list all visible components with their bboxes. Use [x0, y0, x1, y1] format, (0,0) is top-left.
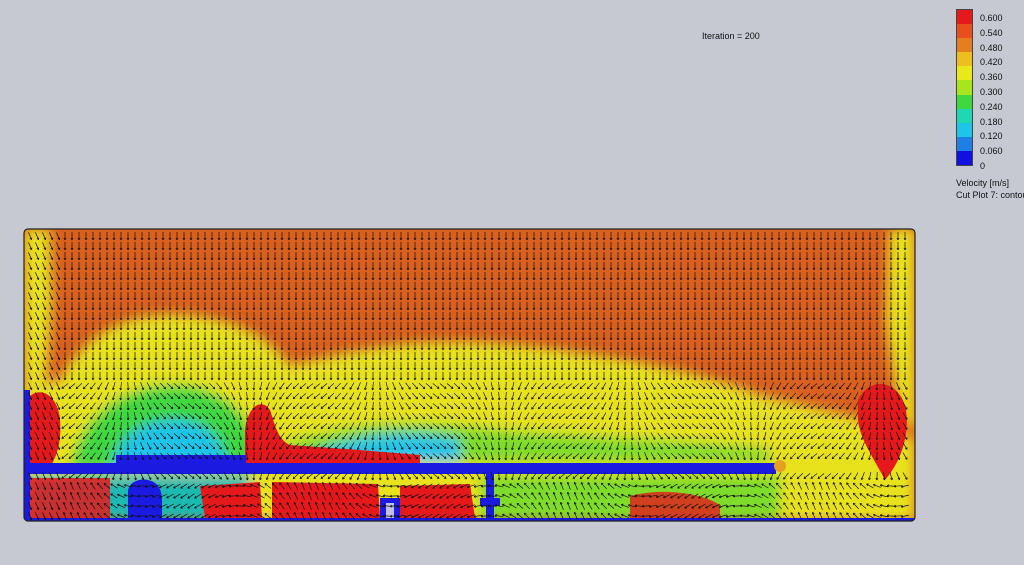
support-post-right	[486, 474, 494, 521]
contour-fill	[24, 229, 915, 521]
contour-red-bottom-b	[272, 482, 380, 518]
plate-end-cap	[774, 460, 786, 472]
contour-red-bottom-c	[400, 484, 475, 518]
velocity-contour-plot	[23, 228, 916, 522]
left-wall-solid	[24, 390, 30, 521]
